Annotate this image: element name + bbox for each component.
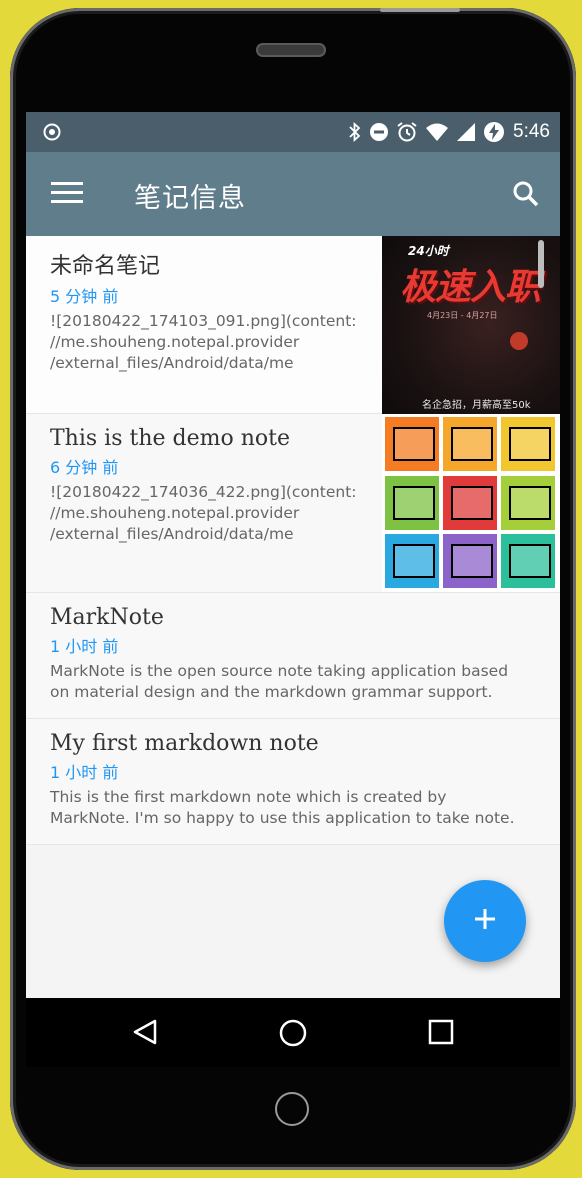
search-icon[interactable] — [512, 180, 540, 212]
note-snippet: MarkNote is the open source note taking … — [50, 662, 509, 701]
earpiece-speaker — [256, 43, 326, 57]
toolbar-title: 笔记信息 — [134, 183, 246, 214]
plus-icon — [473, 907, 497, 935]
cellular-signal-icon — [456, 122, 476, 142]
recents-icon[interactable] — [427, 1018, 455, 1050]
status-clock: 5:46 — [513, 121, 550, 142]
notes-list: 未命名笔记 5 分钟 前 ![20180422_174103_091.png](… — [26, 236, 560, 845]
tile-grid-image — [382, 414, 560, 592]
note-list-item[interactable]: MarkNote 1 小时 前 MarkNote is the open sou… — [26, 593, 560, 719]
grid-tile — [443, 534, 497, 589]
grid-tile — [501, 417, 555, 471]
phone-frame: 5:46 笔记信息 未命名笔记 5 分钟 前 ![20180422_174103… — [10, 8, 576, 1170]
grid-tile — [385, 534, 439, 589]
grid-tile — [443, 475, 497, 530]
grid-tile — [385, 417, 439, 471]
note-list-item[interactable]: 未命名笔记 5 分钟 前 ![20180422_174103_091.png](… — [26, 236, 560, 414]
grid-tile — [501, 534, 555, 589]
grid-tile — [385, 475, 439, 530]
note-snippet: This is the first markdown note which is… — [50, 788, 515, 827]
wifi-icon — [425, 122, 449, 142]
hardware-home-button[interactable] — [275, 1092, 309, 1126]
power-button — [380, 8, 460, 12]
back-icon[interactable] — [131, 1018, 159, 1050]
note-time: 1 小时 前 — [50, 637, 119, 656]
poster-dates: 4月23日 - 4月27日 — [427, 311, 498, 320]
grid-tile — [501, 475, 555, 530]
location-icon — [43, 123, 61, 145]
navigation-bar — [26, 998, 560, 1067]
note-thumbnail: 24小时 极速入职 4月23日 - 4月27日 名企急招，月薪高至50k — [382, 236, 560, 414]
poster-headline: 极速入职 — [400, 267, 541, 308]
note-list-item[interactable]: My first markdown note 1 小时 前 This is th… — [26, 719, 560, 845]
poster-footer: 名企急招，月薪高至50k — [422, 400, 531, 411]
poster-image: 24小时 极速入职 4月23日 - 4月27日 名企急招，月薪高至50k — [382, 236, 560, 414]
note-title: MarkNote — [50, 605, 164, 630]
note-title: My first markdown note — [50, 731, 319, 756]
poster-top-text: 24小时 — [408, 244, 449, 258]
app-toolbar: 笔记信息 — [26, 152, 560, 236]
note-thumbnail — [382, 414, 560, 592]
note-list-item[interactable]: This is the demo note 6 分钟 前 ![20180422_… — [26, 414, 560, 593]
grid-tile — [443, 417, 497, 471]
menu-icon[interactable] — [51, 182, 83, 208]
screen: 5:46 笔记信息 未命名笔记 5 分钟 前 ![20180422_174103… — [26, 112, 560, 1067]
poster-planet — [510, 332, 528, 350]
add-note-button[interactable] — [444, 880, 526, 962]
bluetooth-icon — [348, 122, 362, 142]
do-not-disturb-icon — [369, 122, 389, 142]
home-icon[interactable] — [278, 1018, 308, 1052]
battery-charging-icon — [483, 121, 505, 143]
alarm-icon — [396, 121, 418, 143]
note-time: 1 小时 前 — [50, 763, 119, 782]
status-bar: 5:46 — [26, 112, 560, 152]
scrollbar — [538, 240, 544, 288]
